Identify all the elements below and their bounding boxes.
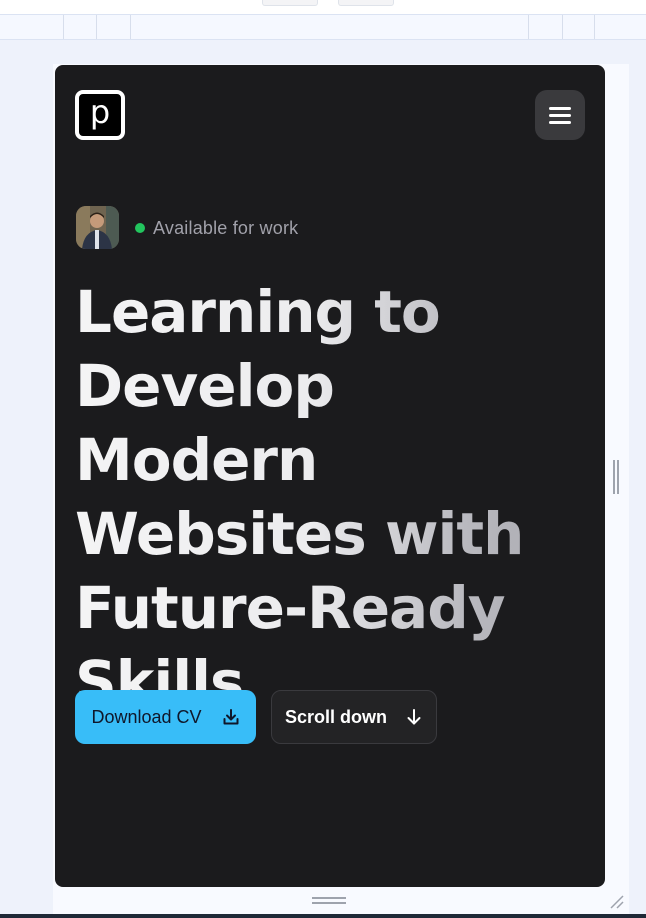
resize-corner-icon[interactable]: [608, 893, 624, 909]
status-dot: [135, 223, 145, 233]
scroll-down-label: Scroll down: [284, 706, 387, 727]
arrow-down-icon: [405, 708, 423, 726]
bottom-border: [0, 914, 646, 918]
avatar: [76, 206, 119, 249]
headline-line: Websites with: [75, 500, 524, 568]
top-strip: [0, 0, 646, 14]
menu-button[interactable]: [535, 90, 585, 140]
availability-status: Available for work: [135, 216, 298, 240]
download-cv-label: Download CV: [91, 706, 202, 727]
scroll-down-button[interactable]: Scroll down: [271, 690, 437, 744]
headline-line: Learning to: [75, 278, 440, 346]
toolbar-field[interactable]: [338, 0, 394, 6]
hero-headline: Learning to Develop Modern Websites with…: [75, 275, 595, 719]
headline-line: Develop Modern: [75, 352, 334, 494]
download-icon: [222, 708, 240, 726]
hamburger-icon: [549, 106, 571, 110]
headline-line: Future-Ready: [75, 574, 505, 642]
status-label: Available for work: [153, 217, 299, 238]
site-logo[interactable]: p: [75, 90, 125, 140]
toolbar-field[interactable]: [262, 0, 318, 6]
resize-handle-right[interactable]: [613, 460, 619, 494]
logo-letter: p: [89, 93, 111, 131]
download-cv-button[interactable]: Download CV: [75, 690, 256, 744]
portfolio-page: p Available for work Learning to Develop…: [55, 65, 605, 887]
ruler: [0, 14, 646, 40]
resize-handle-bottom[interactable]: [312, 897, 346, 905]
